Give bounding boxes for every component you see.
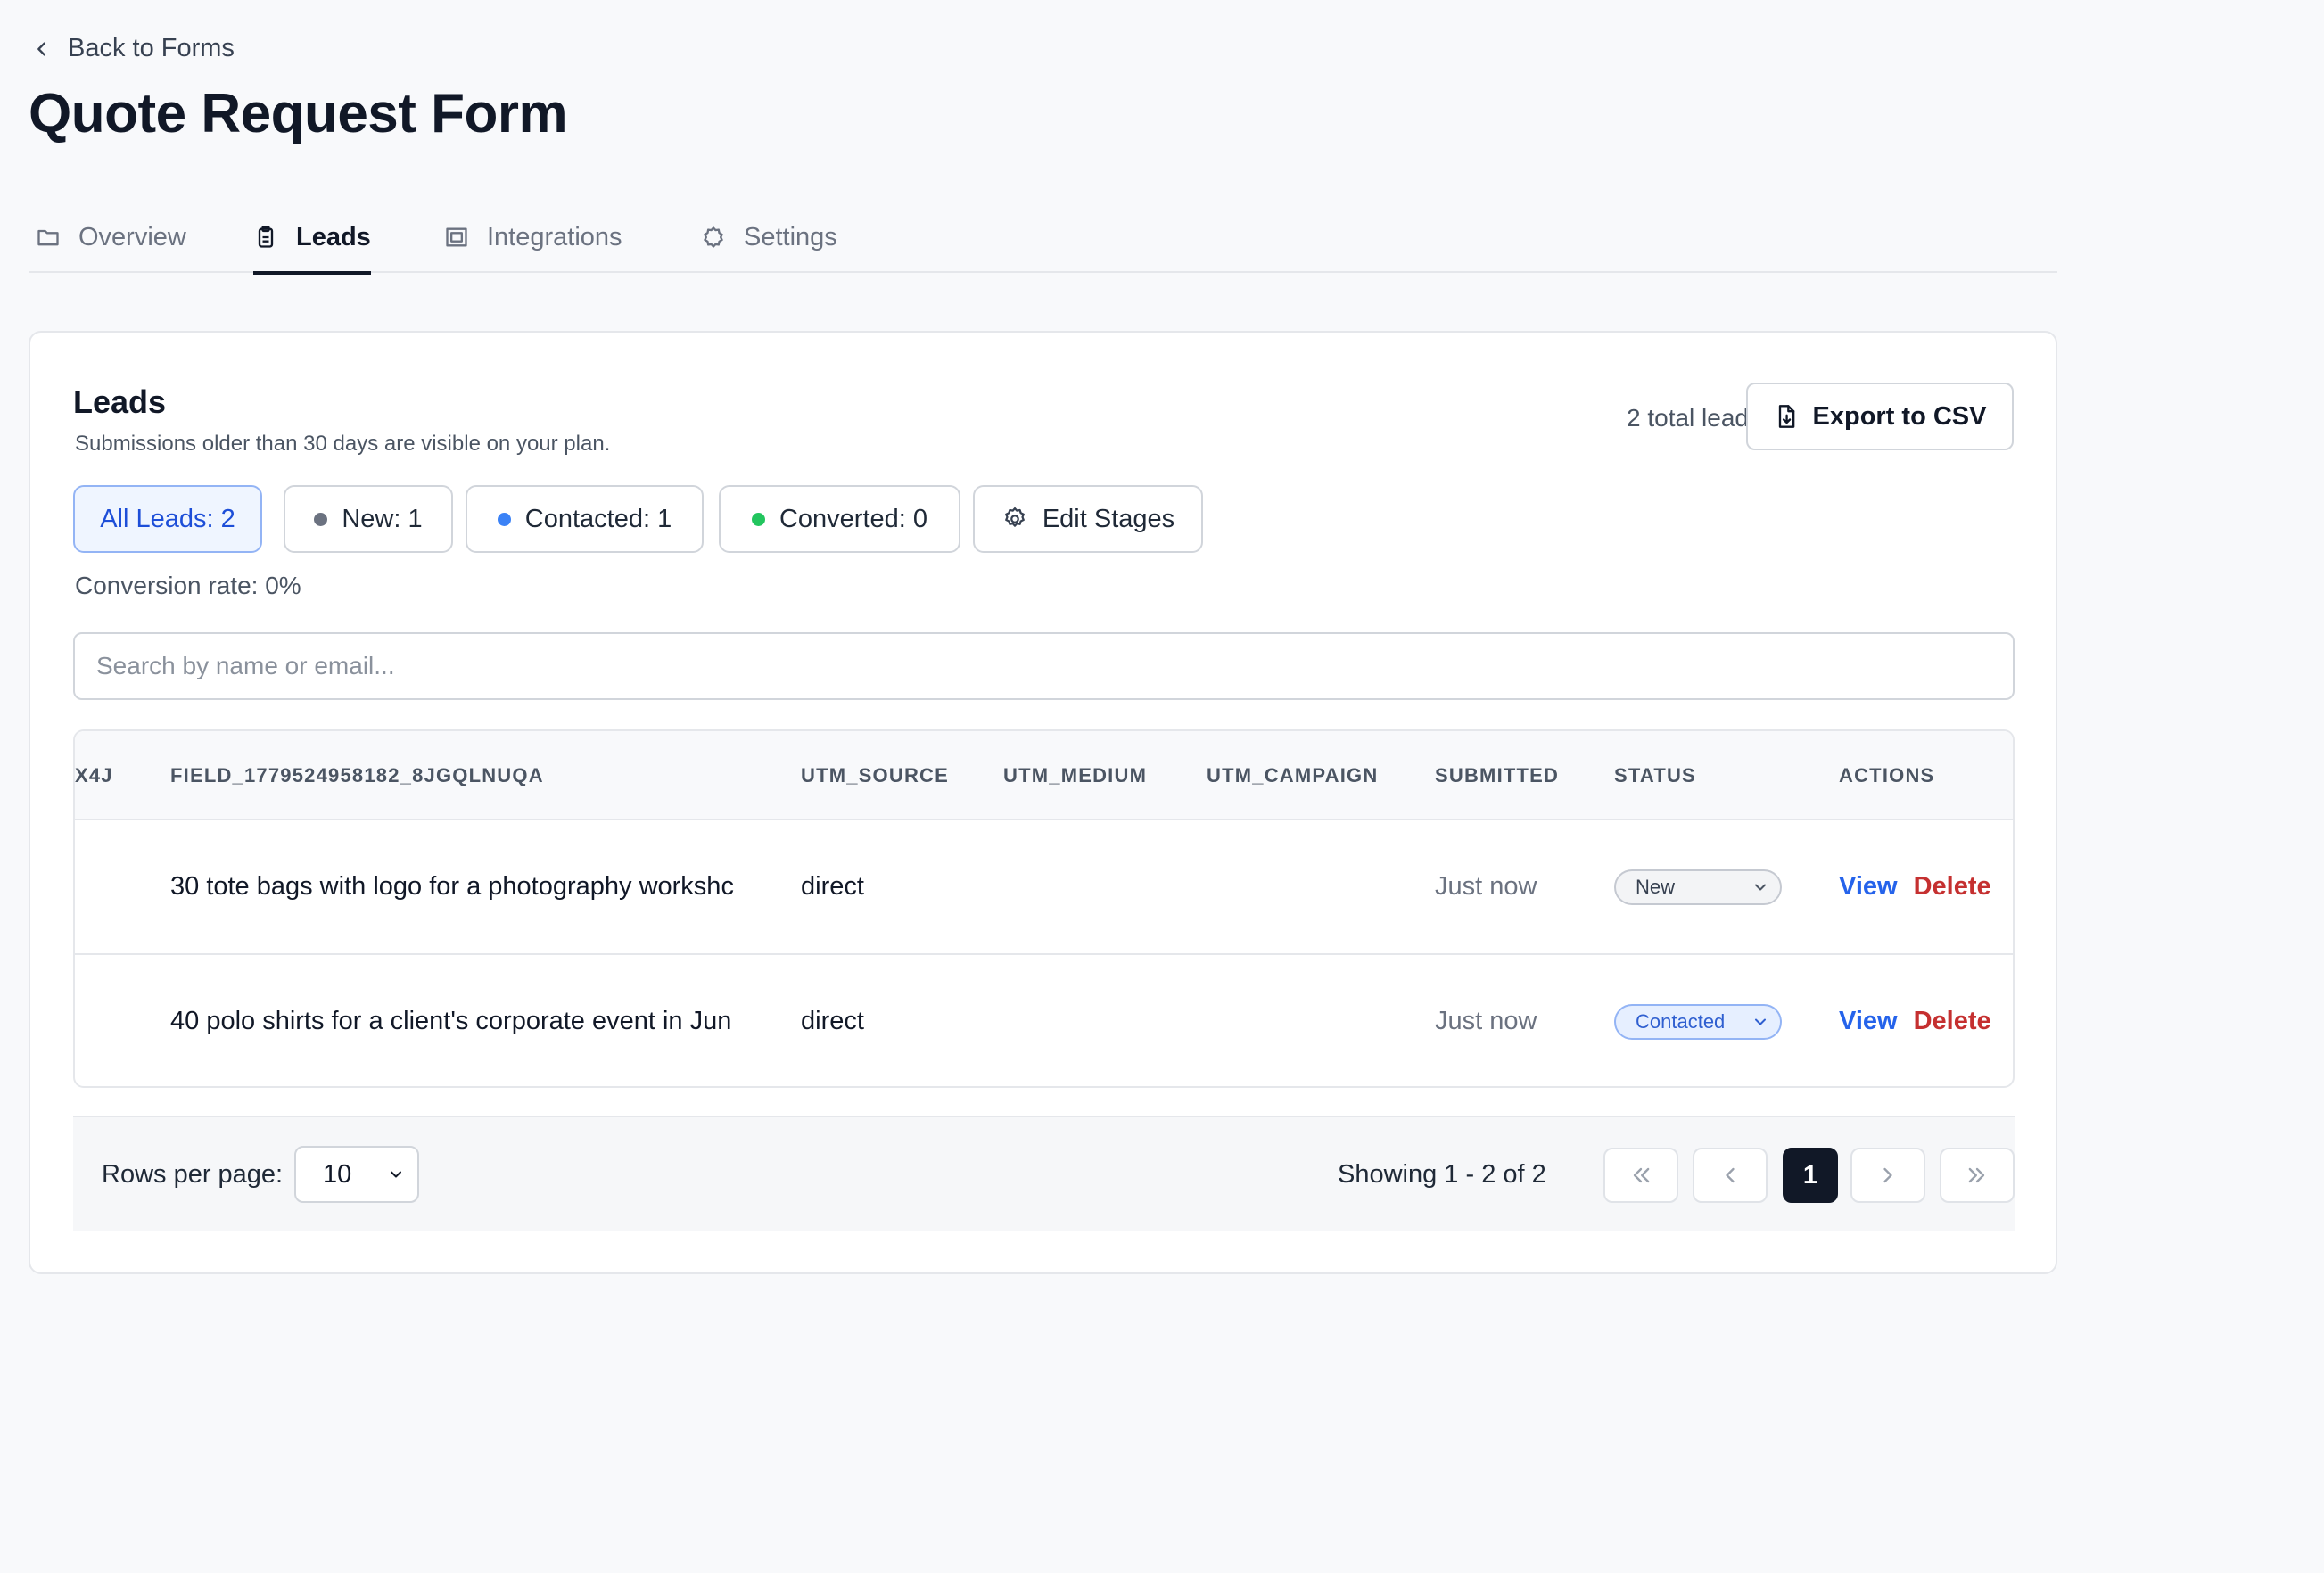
total-leads-count: 2 total leads — [1627, 404, 1761, 432]
column-header[interactable]: SUBMITTED — [1435, 764, 1559, 787]
export-csv-button[interactable]: Export to CSV — [1746, 383, 2014, 450]
status-select[interactable]: Contacted — [1614, 1003, 1782, 1040]
field-cell: 30 tote bags with logo for a photography… — [170, 872, 734, 901]
conversion-rate: Conversion rate: 0% — [75, 572, 301, 599]
rows-per-page-value: 10 — [323, 1159, 352, 1189]
tab-label: Settings — [744, 222, 837, 251]
chevrons-left-icon — [1633, 1167, 1650, 1183]
table-row: 40 polo shirts for a client's corporate … — [75, 953, 2013, 1086]
rows-per-page-select[interactable]: 10 — [294, 1146, 419, 1203]
delete-link[interactable]: Delete — [1914, 1007, 1991, 1036]
utm-source-cell: direct — [801, 1007, 864, 1035]
previous-page-button[interactable] — [1693, 1148, 1768, 1203]
leads-card: Leads Submissions older than 30 days are… — [29, 331, 2057, 1274]
submitted-cell: Just now — [1435, 1007, 1537, 1035]
back-to-forms-link[interactable]: Back to Forms — [32, 34, 235, 63]
filter-contacted[interactable]: Contacted: 1 — [466, 485, 704, 553]
back-link-label: Back to Forms — [68, 34, 235, 62]
status-select[interactable]: New — [1614, 869, 1782, 905]
actions-cell: View Delete — [1839, 955, 1991, 1086]
status-dot-converted — [751, 512, 765, 526]
chevron-left-icon — [1726, 1167, 1735, 1183]
filter-new[interactable]: New: 1 — [284, 485, 453, 553]
filter-label: Contacted: 1 — [524, 504, 672, 533]
filter-all-leads[interactable]: All Leads: 2 — [73, 485, 262, 553]
utm-source-cell: direct — [801, 872, 864, 901]
page-title: Quote Request Form — [29, 83, 568, 144]
column-header[interactable]: UTM_CAMPAIGN — [1207, 764, 1378, 787]
search-input[interactable] — [73, 632, 2015, 700]
view-link[interactable]: View — [1839, 872, 1898, 902]
rows-per-page-label: Rows per page: — [102, 1160, 284, 1189]
filter-label: New: 1 — [342, 504, 423, 533]
first-page-button[interactable] — [1603, 1148, 1678, 1203]
tab-label: Leads — [296, 222, 371, 251]
export-csv-label: Export to CSV — [1812, 401, 1987, 431]
tab-overview[interactable]: Overview — [36, 202, 186, 273]
view-link[interactable]: View — [1839, 1007, 1898, 1036]
column-header[interactable]: STATUS — [1614, 764, 1696, 787]
table-row: 30 tote bags with logo for a photography… — [75, 820, 2013, 953]
column-header[interactable]: X4J — [75, 764, 113, 787]
chevron-down-icon — [391, 1171, 401, 1178]
showing-range: Showing 1 - 2 of 2 — [1338, 1160, 1546, 1189]
tab-integrations[interactable]: Integrations — [444, 202, 622, 273]
actions-cell: View Delete — [1839, 820, 1991, 953]
edit-stages-label: Edit Stages — [1042, 504, 1175, 533]
gear-icon — [704, 226, 723, 248]
tab-bar: Overview Leads Integrations Settings — [29, 202, 2057, 275]
last-page-button[interactable] — [1940, 1148, 2015, 1203]
filter-label: Converted: 0 — [779, 504, 928, 533]
field-cell: 40 polo shirts for a client's corporate … — [170, 1007, 732, 1035]
tab-label: Integrations — [487, 222, 622, 251]
status-value: Contacted — [1636, 1009, 1726, 1033]
status-value: New — [1636, 875, 1676, 898]
column-header[interactable]: FIELD_1779524958182_8JGQLNUQA — [170, 764, 544, 787]
delete-link[interactable]: Delete — [1914, 872, 1991, 902]
status-dot-contacted — [497, 512, 511, 526]
page: Back to Forms Quote Request Form Overvie… — [0, 0, 2324, 1573]
next-page-button[interactable] — [1850, 1148, 1925, 1203]
status-cell: Contacted — [1614, 955, 1782, 1086]
tab-leads[interactable]: Leads — [253, 202, 371, 275]
file-export-icon — [1778, 405, 1794, 428]
folder-icon — [37, 229, 59, 246]
chevron-right-icon — [1883, 1167, 1892, 1183]
leads-title: Leads — [73, 383, 167, 420]
edit-stages-button[interactable]: Edit Stages — [973, 485, 1203, 553]
page-number-button[interactable]: 1 — [1783, 1148, 1838, 1203]
layout-icon — [446, 227, 467, 247]
column-header[interactable]: UTM_SOURCE — [801, 764, 949, 787]
table-header: X4J FIELD_1779524958182_8JGQLNUQA UTM_SO… — [75, 731, 2013, 820]
tab-settings[interactable]: Settings — [701, 202, 837, 273]
leads-table: X4J FIELD_1779524958182_8JGQLNUQA UTM_SO… — [73, 729, 2015, 1088]
status-cell: New — [1614, 820, 1782, 953]
tab-label: Overview — [78, 222, 186, 251]
chevron-left-icon — [37, 41, 45, 56]
filter-converted[interactable]: Converted: 0 — [719, 485, 960, 553]
chevrons-right-icon — [1968, 1167, 1985, 1183]
column-header[interactable]: UTM_MEDIUM — [1003, 764, 1147, 787]
leads-subtitle: Submissions older than 30 days are visib… — [75, 432, 611, 456]
column-header: ACTIONS — [1839, 764, 1935, 786]
status-dot-new — [314, 512, 328, 526]
gear-icon — [1004, 507, 1025, 527]
chevron-down-icon — [1755, 1018, 1766, 1025]
filter-label: All Leads: 2 — [100, 504, 235, 533]
pagination-bar: Rows per page: 10 Showing 1 - 2 of 2 1 — [73, 1116, 2015, 1231]
clipboard-icon — [258, 226, 274, 248]
submitted-cell: Just now — [1435, 872, 1537, 901]
chevron-down-icon — [1755, 884, 1766, 890]
